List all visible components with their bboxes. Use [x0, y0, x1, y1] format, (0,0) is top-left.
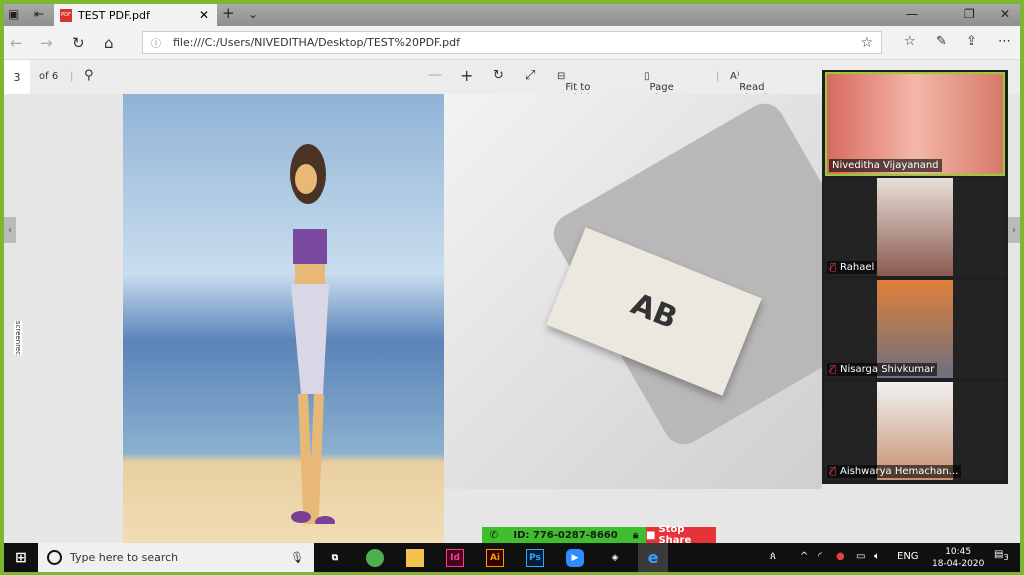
- participant-tile[interactable]: 🎙̸ Aishwarya Hemachan...: [825, 382, 1005, 480]
- participant-name-text: Niveditha Vijayanand: [832, 160, 939, 171]
- mic-muted-icon: 🎙̸: [830, 262, 837, 273]
- app-diamond-icon[interactable]: ◈: [606, 549, 624, 567]
- read-aloud-button[interactable]: A⁾ Read aloud: [730, 71, 767, 104]
- notifications-icon[interactable]: ▤3: [994, 549, 1009, 562]
- fit-to-width-button[interactable]: ⊟ Fit to width: [557, 71, 593, 104]
- home-icon[interactable]: ⌂: [104, 34, 114, 52]
- tab-sets-icon[interactable]: ▣: [8, 7, 19, 21]
- divider: |: [716, 71, 720, 82]
- microphone-icon[interactable]: 🎙︎: [290, 551, 304, 564]
- taskbar-search-box[interactable]: Type here to search 🎙︎: [38, 543, 314, 572]
- refresh-icon[interactable]: ↻: [72, 34, 85, 52]
- restore-icon[interactable]: ❐: [964, 7, 975, 21]
- phone-icon: ✆: [489, 529, 499, 541]
- next-page-arrow[interactable]: ›: [1008, 217, 1020, 243]
- page-view-button[interactable]: ▯ Page view: [644, 71, 674, 104]
- participant-tile[interactable]: Niveditha Vijayanand: [825, 72, 1005, 176]
- participant-name-text: Rahael: [840, 262, 875, 273]
- file-explorer-icon[interactable]: [406, 549, 424, 567]
- participant-name: 🎙̸ Aishwarya Hemachan...: [827, 465, 962, 478]
- more-icon[interactable]: ⋯: [998, 34, 1011, 49]
- forward-icon[interactable]: →: [40, 34, 53, 52]
- participant-tile[interactable]: 🎙̸ Nisarga Shivkumar: [825, 280, 1005, 378]
- notification-count: 3: [1003, 552, 1009, 562]
- business-card-mockup-page: AB: [444, 94, 902, 489]
- pdf-icon: PDF: [60, 8, 72, 22]
- time: 10:45: [945, 547, 972, 557]
- edge-icon[interactable]: e: [638, 543, 668, 572]
- fashion-illustration-page: [123, 94, 444, 543]
- clock[interactable]: 10:45 18-04-2020: [932, 546, 984, 570]
- set-aside-tabs-icon[interactable]: ⇤: [34, 7, 44, 21]
- fashion-figure-illustration: [290, 144, 335, 524]
- stop-share-button[interactable]: ■ Stop Share: [646, 524, 716, 546]
- participant-tile[interactable]: 🎙̸ Rahael: [825, 178, 1005, 276]
- windows-start-icon[interactable]: ⊞: [12, 549, 30, 567]
- page-number-input[interactable]: 3: [4, 60, 30, 94]
- zoom-share-bar: ✆ ID: 776-0287-8660 🔒︎ ■ Stop Share: [482, 524, 716, 546]
- show-hidden-icons[interactable]: ^: [800, 551, 808, 562]
- participant-name: 🎙̸ Rahael: [827, 261, 878, 274]
- mic-muted-icon: 🎙̸: [830, 364, 837, 375]
- prev-page-arrow[interactable]: ‹: [4, 217, 16, 243]
- search-placeholder: Type here to search: [70, 551, 179, 564]
- new-tab-icon[interactable]: +: [222, 4, 235, 22]
- stop-share-label: Stop Share: [658, 524, 692, 546]
- cortana-icon: [47, 550, 62, 565]
- meeting-id: ID: 776-0287-8660: [513, 529, 618, 541]
- close-tab-icon[interactable]: ✕: [199, 8, 209, 22]
- back-icon[interactable]: ←: [10, 34, 23, 52]
- fullscreen-icon[interactable]: ⤢: [525, 68, 535, 83]
- participant-name-text: Aishwarya Hemachan...: [840, 466, 959, 477]
- zoom-video-panel[interactable]: Niveditha Vijayanand 🎙̸ Rahael 🎙̸ Nisarga …: [822, 70, 1008, 484]
- divider: |: [70, 71, 74, 82]
- participant-name: Niveditha Vijayanand: [829, 159, 942, 172]
- task-view-icon[interactable]: ⧉: [326, 549, 344, 567]
- rotate-icon[interactable]: ↻: [493, 68, 504, 83]
- photoshop-icon[interactable]: Ps: [526, 549, 544, 567]
- participant-name: 🎙̸ Nisarga Shivkumar: [827, 363, 938, 376]
- screenrec-watermark: screenrec: [14, 320, 23, 356]
- chevron-down-icon[interactable]: ⌄: [248, 7, 258, 21]
- notes-pen-icon[interactable]: ✎: [936, 34, 947, 49]
- favorites-icon[interactable]: ☆: [904, 34, 916, 49]
- close-window-icon[interactable]: ✕: [1000, 7, 1010, 21]
- indesign-icon[interactable]: Id: [446, 549, 464, 567]
- people-icon[interactable]: ጰ: [770, 551, 776, 562]
- language-indicator[interactable]: ENG: [897, 551, 919, 562]
- info-icon[interactable]: ⓘ: [151, 35, 161, 50]
- stop-square-icon: ■: [646, 529, 656, 541]
- battery-icon[interactable]: ▭: [856, 551, 865, 562]
- tab-test-pdf[interactable]: PDF TEST PDF.pdf ✕: [54, 4, 217, 26]
- lock-icon: 🔒︎: [633, 529, 639, 541]
- favorite-star-icon[interactable]: ☆: [860, 35, 873, 51]
- zoom-tray-icon[interactable]: ●: [836, 551, 845, 562]
- windows-taskbar: ⊞ Type here to search 🎙︎ ⧉ Id Ai Ps ▶ ◈ …: [4, 543, 1020, 572]
- zoom-in-icon[interactable]: +: [460, 66, 473, 85]
- tab-bar: ▣ ⇤ PDF TEST PDF.pdf ✕ + ⌄ — ❐ ✕: [4, 4, 1020, 26]
- meeting-info[interactable]: ✆ ID: 776-0287-8660 🔒︎: [482, 527, 646, 543]
- url-text: file:///C:/Users/NIVEDITHA/Desktop/TEST%…: [173, 36, 460, 49]
- address-row: ← → ↻ ⌂ ⓘ file:///C:/Users/NIVEDITHA/Des…: [4, 26, 1020, 60]
- browser-window: ▣ ⇤ PDF TEST PDF.pdf ✕ + ⌄ — ❐ ✕ ← → ↻ ⌂…: [4, 4, 1020, 543]
- date: 18-04-2020: [932, 559, 985, 569]
- search-icon[interactable]: ⚲: [84, 68, 94, 83]
- zoom-app-icon[interactable]: ▶: [566, 549, 584, 567]
- participant-video: [877, 178, 953, 276]
- share-icon[interactable]: ⇪: [966, 34, 977, 49]
- page-count: of 6: [39, 71, 59, 82]
- chrome-icon[interactable]: [366, 549, 384, 567]
- address-bar[interactable]: ⓘ file:///C:/Users/NIVEDITHA/Desktop/TES…: [142, 31, 882, 54]
- tab-title: TEST PDF.pdf: [78, 8, 150, 22]
- illustrator-icon[interactable]: Ai: [486, 549, 504, 567]
- mic-muted-icon: 🎙̸: [830, 466, 837, 477]
- wifi-icon[interactable]: ◜: [818, 551, 822, 562]
- zoom-out-icon[interactable]: —: [428, 67, 442, 83]
- volume-icon[interactable]: 🔈︎: [874, 551, 880, 562]
- participant-name-text: Nisarga Shivkumar: [840, 364, 935, 375]
- minimize-icon[interactable]: —: [906, 7, 918, 21]
